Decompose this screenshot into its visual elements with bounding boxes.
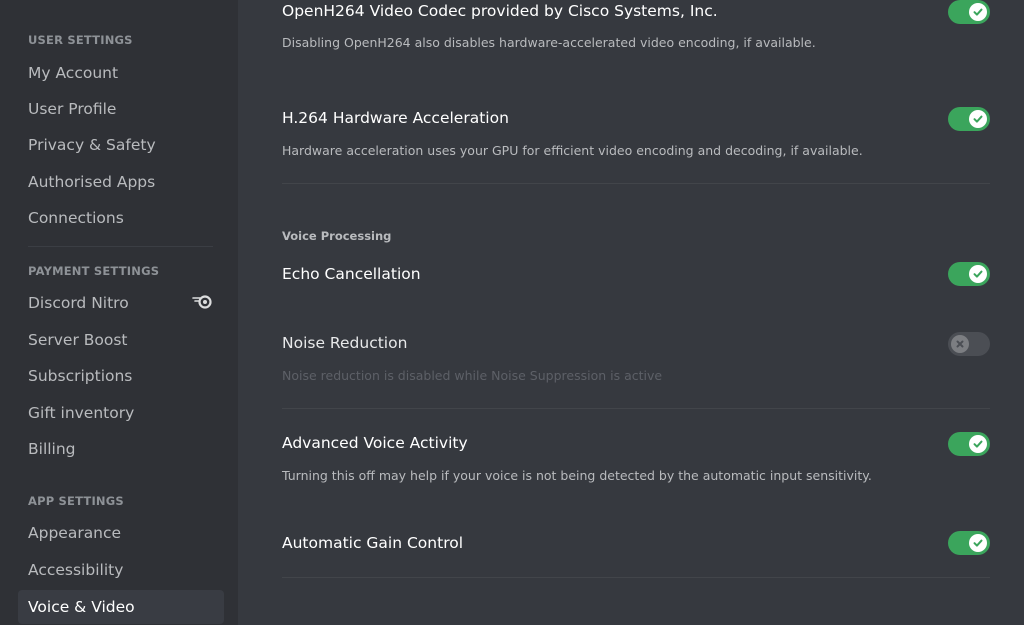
setting-title-advanced-voice-activity: Advanced Voice Activity xyxy=(282,434,468,452)
setting-description-advanced-voice-activity: Turning this off may help if your voice … xyxy=(282,468,872,483)
settings-sidebar: User Settings My Account User Profile Pr… xyxy=(0,0,238,625)
divider xyxy=(282,408,990,409)
sidebar-item-user-profile[interactable]: User Profile xyxy=(18,92,224,126)
sidebar-header-payment-settings: Payment Settings xyxy=(28,264,160,278)
check-icon xyxy=(969,3,987,21)
sidebar-item-label: Gift inventory xyxy=(28,404,135,422)
sidebar-item-label: Connections xyxy=(28,209,124,227)
toggle-automatic-gain-control[interactable] xyxy=(948,531,990,555)
sidebar-item-gift-inventory[interactable]: Gift inventory xyxy=(18,396,224,430)
sidebar-item-label: Voice & Video xyxy=(28,598,135,616)
sidebar-item-subscriptions[interactable]: Subscriptions xyxy=(18,359,224,393)
divider xyxy=(282,183,990,184)
sidebar-item-discord-nitro[interactable]: Discord Nitro xyxy=(18,286,224,320)
settings-content: OpenH264 Video Codec provided by Cisco S… xyxy=(238,0,1024,625)
sidebar-item-connections[interactable]: Connections xyxy=(18,201,224,235)
sidebar-item-label: My Account xyxy=(28,64,119,82)
toggle-advanced-voice-activity[interactable] xyxy=(948,432,990,456)
sidebar-item-label: Accessibility xyxy=(28,561,124,579)
setting-description-noise-reduction: Noise reduction is disabled while Noise … xyxy=(282,368,663,383)
sidebar-header-user-settings: User Settings xyxy=(28,33,133,47)
nitro-icon xyxy=(192,294,214,310)
sidebar-item-label: Server Boost xyxy=(28,331,128,349)
sidebar-item-label: Privacy & Safety xyxy=(28,136,156,154)
x-icon xyxy=(951,335,969,353)
check-icon xyxy=(969,435,987,453)
sidebar-item-label: Billing xyxy=(28,440,76,458)
sidebar-item-server-boost[interactable]: Server Boost xyxy=(18,323,224,357)
setting-title-h264-hardware-acceleration: H.264 Hardware Acceleration xyxy=(282,109,509,127)
setting-title-automatic-gain-control: Automatic Gain Control xyxy=(282,534,464,552)
toggle-noise-reduction[interactable] xyxy=(948,332,990,356)
sidebar-header-app-settings: App Settings xyxy=(28,494,124,508)
toggle-h264-hardware-acceleration[interactable] xyxy=(948,107,990,131)
sidebar-item-my-account[interactable]: My Account xyxy=(18,56,224,90)
setting-description-openh264: Disabling OpenH264 also disables hardwar… xyxy=(282,35,816,50)
sidebar-item-privacy-safety[interactable]: Privacy & Safety xyxy=(18,128,224,162)
check-icon xyxy=(969,110,987,128)
sidebar-separator xyxy=(28,246,213,247)
sidebar-item-voice-video[interactable]: Voice & Video xyxy=(18,590,224,624)
sidebar-item-label: Discord Nitro xyxy=(28,294,129,312)
sidebar-item-billing[interactable]: Billing xyxy=(18,432,224,466)
sidebar-item-accessibility[interactable]: Accessibility xyxy=(18,553,224,587)
divider xyxy=(282,577,990,578)
check-icon xyxy=(969,265,987,283)
sidebar-item-label: Authorised Apps xyxy=(28,173,156,191)
sidebar-item-label: Appearance xyxy=(28,524,122,542)
toggle-echo-cancellation[interactable] xyxy=(948,262,990,286)
setting-title-echo-cancellation: Echo Cancellation xyxy=(282,265,421,283)
setting-description-h264-hardware-acceleration: Hardware acceleration uses your GPU for … xyxy=(282,143,863,158)
sidebar-item-label: User Profile xyxy=(28,100,117,118)
sidebar-item-authorised-apps[interactable]: Authorised Apps xyxy=(18,165,224,199)
sidebar-item-appearance[interactable]: Appearance xyxy=(18,516,224,550)
section-header-voice-processing: Voice Processing xyxy=(282,229,392,243)
setting-title-noise-reduction: Noise Reduction xyxy=(282,334,408,352)
check-icon xyxy=(969,534,987,552)
sidebar-item-label: Subscriptions xyxy=(28,367,133,385)
setting-title-openh264: OpenH264 Video Codec provided by Cisco S… xyxy=(282,2,718,20)
toggle-openh264[interactable] xyxy=(948,0,990,24)
